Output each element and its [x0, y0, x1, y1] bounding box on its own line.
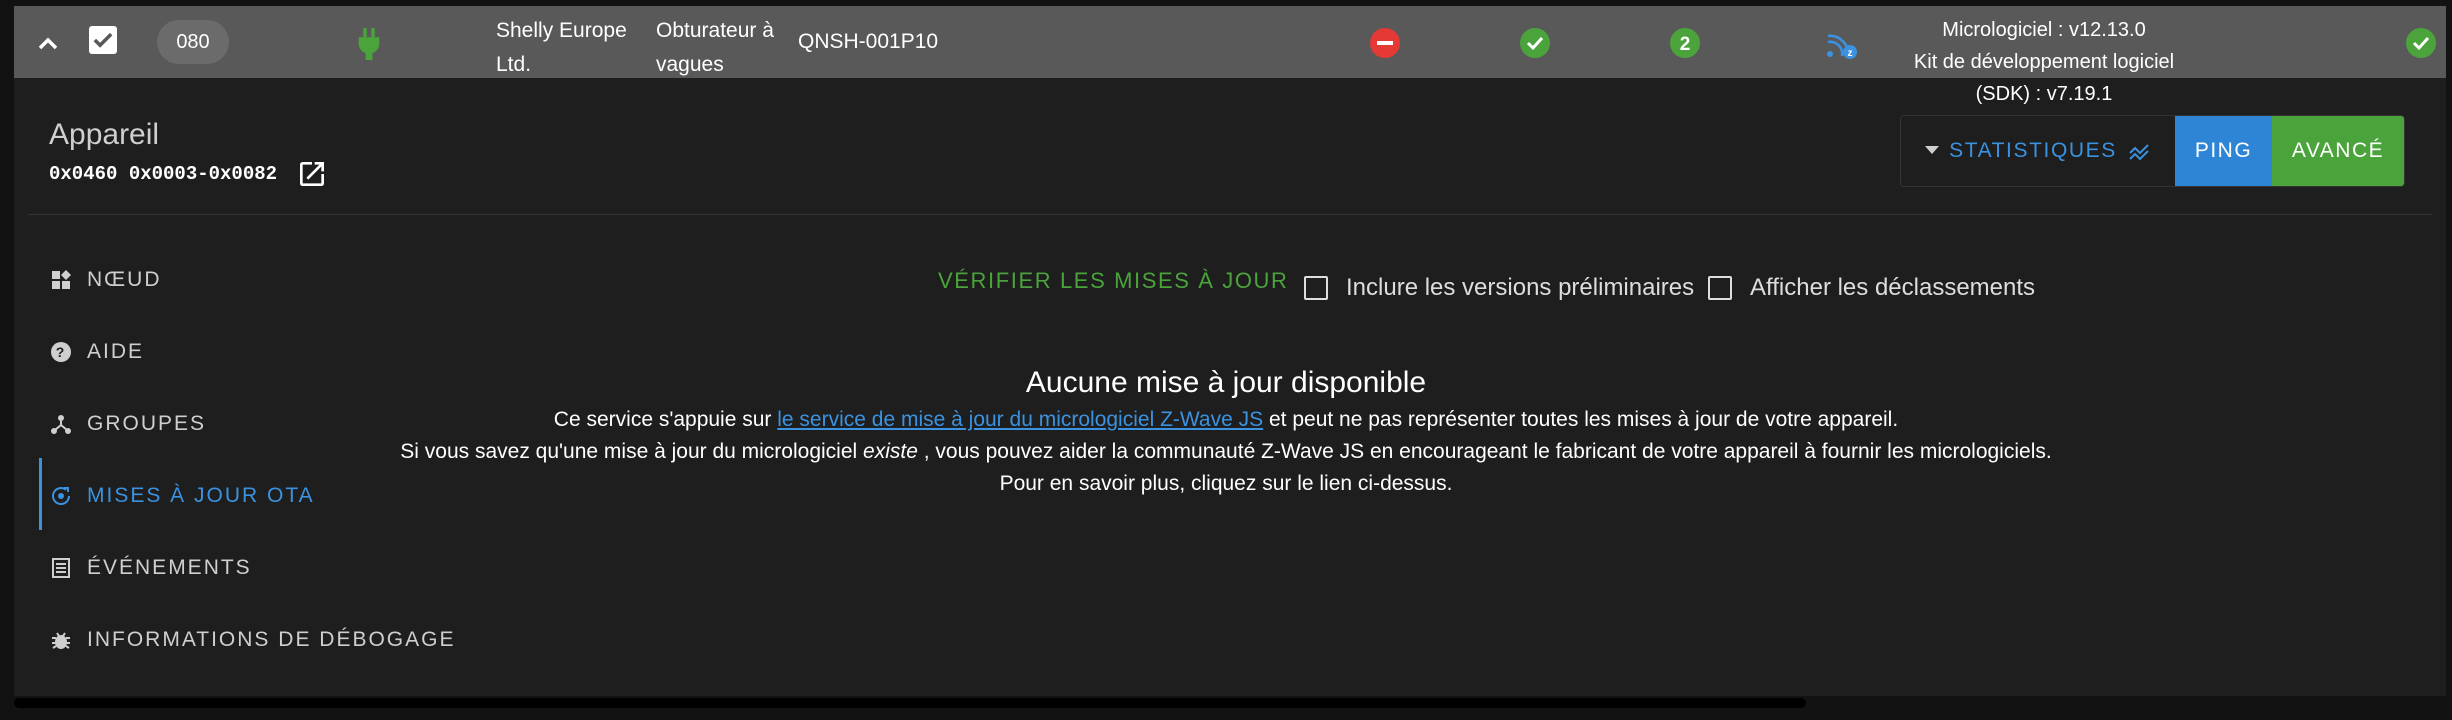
node-id-chip: 080 — [157, 20, 229, 64]
description-line-2: Si vous savez qu'une mise à jour du micr… — [0, 440, 2452, 464]
node-panel: 080 Shelly Europe Ltd. Obturateur à vagu… — [14, 6, 2446, 696]
device-title: Appareil — [49, 118, 160, 151]
ready-icon — [1520, 28, 1550, 58]
divider — [28, 214, 2432, 215]
show-downgrades-checkbox[interactable] — [1708, 276, 1732, 300]
svg-text:z: z — [1848, 48, 1853, 59]
advanced-button[interactable]: AVANCÉ — [2272, 116, 2404, 186]
include-prerelease-label: Inclure les versions préliminaires — [1346, 274, 1695, 301]
events-icon — [52, 558, 70, 578]
tab-node[interactable]: NŒUD — [49, 260, 162, 300]
row-checkbox[interactable] — [89, 26, 117, 54]
show-downgrades-label: Afficher les déclassements — [1750, 274, 2036, 301]
text: Ce service s'appuie sur — [553, 408, 772, 431]
text: et peut ne pas représenter toutes les mi… — [1268, 408, 1899, 431]
manufacturer: Shelly Europe Ltd. — [496, 19, 627, 76]
help-icon: ? — [51, 342, 71, 362]
no-update-title: Aucune mise à jour disponible — [1025, 366, 1427, 399]
bug-icon — [52, 632, 70, 649]
device-ids: 0x0460 0x0003-0x0082 — [49, 163, 278, 185]
svg-text:?: ? — [56, 344, 67, 360]
svg-text:2: 2 — [1680, 34, 1691, 55]
chevron-up-icon[interactable] — [32, 28, 64, 60]
chart-icon — [2129, 144, 2149, 161]
include-prerelease-option[interactable]: Inclure les versions préliminaires — [1304, 274, 1694, 302]
firmware-version: Micrologiciel : v12.13.0 — [1942, 19, 2146, 41]
statistics-button[interactable]: STATISTIQUES — [1901, 116, 2175, 186]
zwave-long-range-icon: z — [1827, 34, 1857, 59]
open-in-new-icon[interactable] — [296, 158, 328, 190]
sdk-version: Kit de développement logiciel (SDK) : v7… — [1913, 51, 2175, 105]
failed-icon — [1370, 28, 1400, 58]
caret-down-icon — [1925, 146, 1940, 154]
include-prerelease-checkbox[interactable] — [1304, 276, 1328, 300]
tab-debug-info[interactable]: INFORMATIONS DE DÉBOGAGE — [49, 620, 455, 660]
tab-events[interactable]: ÉVÉNEMENTS — [49, 548, 252, 588]
product-code: QNSH-001P10 — [798, 30, 939, 53]
interview-complete-icon — [2406, 28, 2436, 58]
widgets-icon — [52, 270, 71, 289]
show-downgrades-option[interactable]: Afficher les déclassements — [1708, 274, 2035, 302]
scrollbar-thumb[interactable] — [14, 698, 1806, 708]
node-row[interactable]: 080 Shelly Europe Ltd. Obturateur à vagu… — [14, 6, 2446, 105]
firmware-info: Micrologiciel : v12.13.0 Kit de développ… — [1894, 14, 2194, 110]
plug-icon — [358, 28, 380, 60]
check-updates-button[interactable]: VÉRIFIER LES MISES À JOUR — [938, 268, 1289, 294]
ping-button[interactable]: PING — [2175, 116, 2272, 186]
description-line-3: Pour en savoir plus, cliquez sur le lien… — [999, 472, 1453, 495]
tab-label: ÉVÉNEMENTS — [87, 556, 252, 579]
product-description: Obturateur à vagues — [656, 19, 774, 76]
security-s2-icon: 2 — [1670, 28, 1700, 58]
description-line-1: Ce service s'appuie sur le service de mi… — [0, 408, 2452, 432]
check-icon — [93, 32, 113, 48]
device-actions: STATISTIQUES PING AVANCÉ — [1900, 115, 2405, 187]
statistics-label: STATISTIQUES — [1949, 139, 2117, 162]
tab-label: AIDE — [87, 340, 145, 363]
text: , vous pouvez aider la communauté Z-Wave… — [923, 440, 2052, 463]
tab-label: INFORMATIONS DE DÉBOGAGE — [87, 628, 456, 651]
tab-label: NŒUD — [87, 268, 162, 291]
text: Si vous savez qu'une mise à jour du micr… — [400, 440, 858, 463]
emphasis: existe — [863, 440, 918, 463]
firmware-service-link[interactable]: le service de mise à jour du micrologici… — [777, 408, 1263, 431]
